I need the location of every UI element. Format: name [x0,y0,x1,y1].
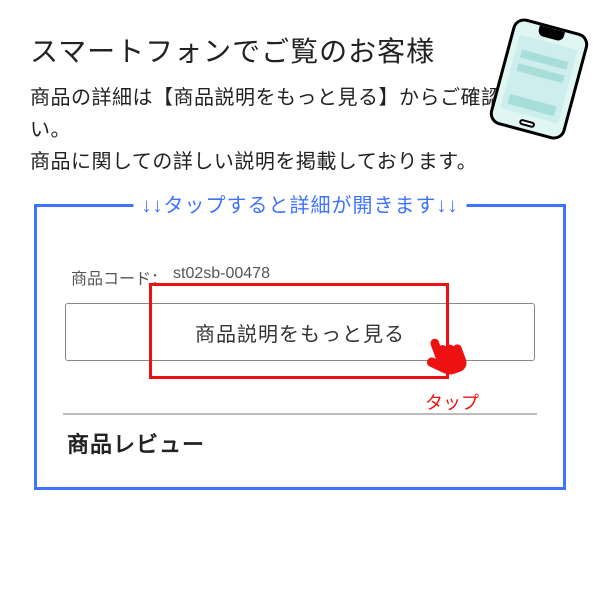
example-panel: 商品コード： st02sb-00478 商品説明をもっと見る タップ 商品レビュ… [63,259,537,461]
product-code-row: 商品コード： st02sb-00478 [71,265,535,289]
product-code-value: st02sb-00478 [173,265,270,289]
page-title: スマートフォンでご覧のお客様 [30,30,570,70]
description-line-2: 商品に関しての詳しい説明を掲載しております。 [30,151,477,173]
description-line-1: 商品の詳細は【商品説明をもっと見る】からご確認下さい。 [30,87,543,141]
instruction-card: スマートフォンでご覧のお客様 商品の詳細は【商品説明をもっと見る】からご確認下さ… [0,0,600,600]
tap-hand-icon [419,333,471,390]
callout-box: ↓↓タップすると詳細が開きます↓↓ 商品コード： st02sb-00478 商品… [34,204,566,490]
review-heading: 商品レビュー [67,427,535,459]
callout-legend: ↓↓タップすると詳細が開きます↓↓ [134,189,467,218]
product-code-label: 商品コード： [71,265,167,289]
button-area: 商品説明をもっと見る タップ [65,303,535,361]
show-more-button-label: 商品説明をもっと見る [195,318,405,347]
tap-label: タップ [425,389,479,415]
description: 商品の詳細は【商品説明をもっと見る】からご確認下さい。 商品に関しての詳しい説明… [30,82,570,178]
